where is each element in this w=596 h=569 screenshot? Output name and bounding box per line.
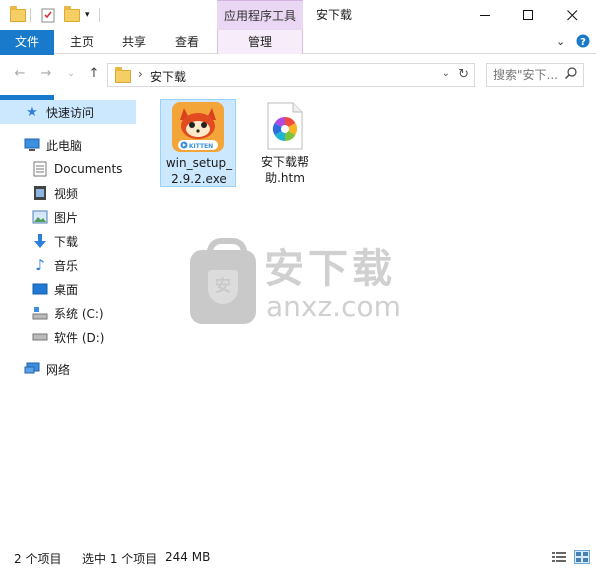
recent-locations-icon[interactable]: ⌄: [62, 65, 80, 83]
file-name-htm: 安下载帮 助.htm: [247, 154, 323, 186]
download-arrow-icon: [32, 233, 48, 249]
html-file-icon: [265, 102, 305, 150]
nav-videos-label: 视频: [54, 186, 79, 201]
file-name-line: win_setup_: [165, 156, 233, 170]
document-icon: [32, 161, 48, 177]
up-arrow-icon[interactable]: ↑: [85, 65, 103, 83]
nav-drive-d[interactable]: 软件 (D:): [32, 325, 104, 349]
file-name-line: 助.htm: [265, 171, 305, 185]
picture-icon: [32, 209, 48, 225]
status-item-count: 2 个项目: [14, 552, 62, 566]
nav-music[interactable]: ♪ 音乐: [32, 253, 78, 277]
minimize-button[interactable]: [463, 0, 507, 30]
navigation-row: ← → ⌄ ↑ › 安下载 ⌄ ↻: [0, 55, 596, 95]
nav-drive-c-label: 系统 (C:): [54, 306, 104, 321]
kitten-app-icon: KITTEN: [172, 102, 224, 152]
file-item-htm[interactable]: 安下载帮 助.htm: [247, 99, 323, 187]
divider: [30, 8, 31, 22]
new-folder-icon[interactable]: [64, 5, 80, 24]
watermark-bag-logo: 安: [190, 238, 256, 324]
maximize-button[interactable]: [506, 0, 550, 30]
nav-network[interactable]: 网络: [24, 357, 70, 381]
music-note-icon: ♪: [35, 256, 45, 274]
svg-text:?: ?: [580, 37, 586, 48]
nav-downloads-label: 下载: [54, 234, 79, 249]
large-icons-view-icon[interactable]: [574, 550, 590, 564]
nav-drive-c[interactable]: 系统 (C:): [32, 301, 104, 325]
file-name-line: 2.9.2.exe: [171, 172, 227, 186]
nav-downloads[interactable]: 下载: [32, 229, 78, 253]
navigation-pane: ★ 快速访问 此电脑 Documents 视频 图片 下载 ♪ 音乐 桌面 系统…: [0, 95, 152, 535]
chevron-down-icon[interactable]: ⌄: [442, 68, 450, 79]
details-view-icon[interactable]: [552, 552, 566, 563]
system-drive-icon: [32, 305, 48, 321]
nav-this-pc-label: 此电脑: [46, 138, 83, 153]
tab-manage[interactable]: 管理: [217, 30, 303, 54]
nav-quick-access[interactable]: ★ 快速访问: [24, 100, 94, 124]
forward-arrow-icon[interactable]: →: [37, 65, 55, 83]
nav-desktop-label: 桌面: [54, 282, 79, 297]
status-size: 244 MB: [165, 550, 211, 564]
search-icon[interactable]: [565, 67, 577, 83]
film-icon: [32, 185, 48, 201]
nav-network-label: 网络: [46, 362, 71, 377]
watermark-cn-text: 安下载: [264, 246, 396, 292]
search-box[interactable]: [486, 63, 584, 87]
tab-home[interactable]: 主页: [58, 30, 106, 54]
nav-desktop[interactable]: 桌面: [32, 277, 78, 301]
folder-icon: [115, 67, 131, 83]
refresh-icon[interactable]: ↻: [458, 67, 469, 82]
application-tools-label: 应用程序工具: [223, 9, 296, 23]
nav-drive-d-label: 软件 (D:): [54, 330, 105, 345]
nav-documents[interactable]: Documents: [32, 157, 122, 181]
kitten-badge-text: KITTEN: [189, 143, 213, 150]
drive-icon: [32, 329, 48, 345]
file-item-exe[interactable]: KITTEN win_setup_ 2.9.2.exe: [160, 99, 236, 187]
tab-view[interactable]: 查看: [163, 30, 211, 54]
desktop-icon: [32, 281, 48, 297]
nav-pictures-label: 图片: [54, 210, 79, 225]
nav-pictures[interactable]: 图片: [32, 205, 78, 229]
network-icon: [24, 361, 40, 377]
application-tools-header: 应用程序工具: [217, 0, 303, 30]
nav-quick-access-label: 快速访问: [46, 105, 95, 120]
help-icon[interactable]: ?: [576, 34, 590, 51]
window-title: 安下载: [316, 8, 353, 22]
watermark-en-text: anxz.com: [266, 290, 401, 323]
properties-icon[interactable]: [40, 6, 56, 24]
chevron-right-icon[interactable]: ›: [138, 67, 143, 81]
ribbon-tabs: 文件 主页 共享 查看 管理 ⌄ ?: [0, 30, 596, 118]
computer-icon: [24, 137, 40, 153]
breadcrumb[interactable]: 安下载: [150, 68, 186, 85]
expand-ribbon-icon[interactable]: ⌄: [556, 35, 565, 48]
status-selected: 选中 1 个项目: [82, 552, 158, 566]
watermark: 安 安下载 anxz.com: [190, 238, 410, 326]
title-bar: ▾ 应用程序工具 安下载: [0, 0, 596, 30]
tab-share[interactable]: 共享: [110, 30, 158, 54]
nav-this-pc[interactable]: 此电脑: [24, 133, 82, 157]
search-input[interactable]: [487, 64, 561, 86]
shield-icon: 安: [208, 270, 238, 304]
star-icon: ★: [26, 104, 38, 120]
nav-music-label: 音乐: [54, 258, 79, 273]
close-button[interactable]: [550, 0, 594, 30]
divider: [99, 8, 100, 22]
back-arrow-icon[interactable]: ←: [11, 65, 29, 83]
nav-documents-label: Documents: [54, 162, 123, 176]
address-bar[interactable]: › 安下载 ⌄ ↻: [107, 63, 475, 87]
status-bar: 2 个项目 选中 1 个项目 244 MB: [0, 546, 596, 569]
file-name-exe: win_setup_ 2.9.2.exe: [161, 155, 237, 187]
nav-videos[interactable]: 视频: [32, 181, 78, 205]
file-name-line: 安下载帮: [260, 155, 309, 169]
chevron-down-icon[interactable]: ▾: [85, 6, 90, 24]
folder-icon: [10, 5, 26, 24]
